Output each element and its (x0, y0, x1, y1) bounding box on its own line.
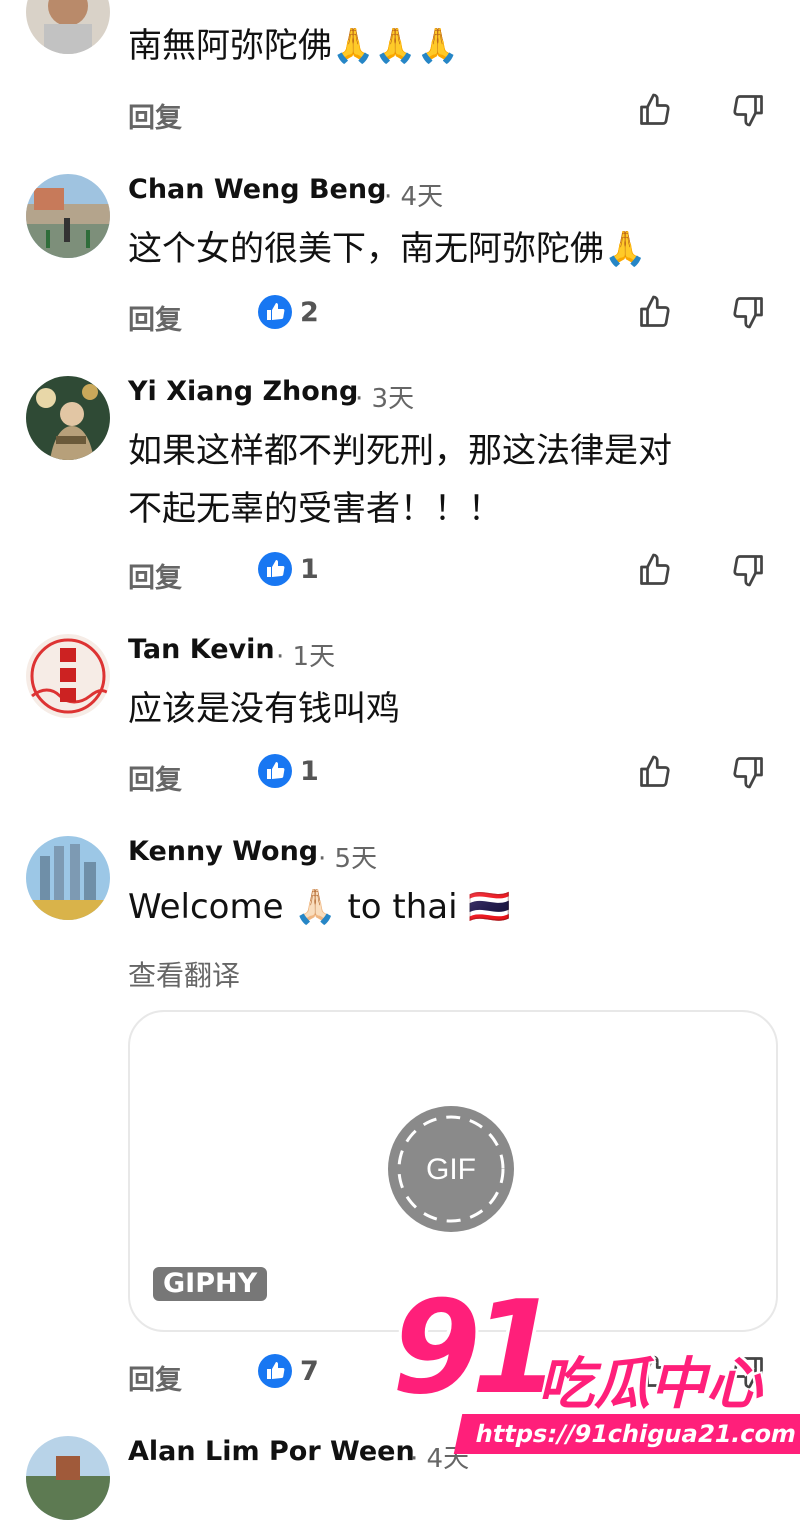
like-count: 1 (300, 756, 319, 787)
like-icon[interactable] (637, 294, 673, 330)
avatar[interactable] (26, 174, 110, 258)
commenter-name[interactable]: Kenny Wong (128, 836, 318, 867)
like-count: 1 (300, 554, 319, 585)
svg-text:GIF: GIF (426, 1153, 476, 1186)
like-badge-icon (258, 552, 292, 586)
reply-button[interactable]: 回复 (128, 298, 182, 337)
reply-button[interactable]: 回复 (128, 96, 182, 135)
avatar[interactable] (26, 836, 110, 920)
like-badge-icon (258, 1354, 292, 1388)
dislike-icon[interactable] (730, 92, 766, 128)
commenter-name[interactable]: Tan Kevin (128, 634, 275, 665)
watermark-number: 91 (392, 1274, 560, 1423)
comment-text: 应该是没有钱叫鸡 (128, 689, 400, 729)
like-count: 7 (300, 1356, 319, 1387)
avatar[interactable] (26, 0, 110, 54)
comment-text: 不起无辜的受害者！！！ (128, 489, 502, 529)
reply-button[interactable]: 回复 (128, 1358, 182, 1397)
commenter-name[interactable]: Alan Lim Por Ween (128, 1436, 415, 1467)
dislike-icon[interactable] (730, 294, 766, 330)
dislike-icon[interactable] (730, 754, 766, 790)
watermark-url: https://91chigua21.com (453, 1414, 800, 1454)
like-icon[interactable] (637, 552, 673, 588)
comment-time: · 5天 (318, 844, 378, 874)
reply-button[interactable]: 回复 (128, 758, 182, 797)
avatar[interactable] (26, 1436, 110, 1520)
like-badge-icon (258, 754, 292, 788)
gif-play-icon[interactable]: GIF (386, 1104, 516, 1234)
avatar[interactable] (26, 634, 110, 718)
dislike-icon[interactable] (730, 552, 766, 588)
like-icon[interactable] (637, 754, 673, 790)
translate-link[interactable]: 查看翻译 (128, 954, 240, 994)
comment-text: 如果这样都不判死刑，那这法律是对 (128, 431, 672, 471)
comment-time: · 1天 (276, 642, 336, 672)
like-badge-icon (258, 295, 292, 329)
avatar[interactable] (26, 376, 110, 460)
commenter-name[interactable]: Yi Xiang Zhong (128, 376, 358, 407)
like-count: 2 (300, 297, 319, 328)
watermark-brand: 吃瓜中心 (538, 1352, 762, 1417)
reply-button[interactable]: 回复 (128, 556, 182, 595)
giphy-label: GIPHY (153, 1267, 268, 1301)
like-icon[interactable] (637, 92, 673, 128)
comment-time: · 4天 (384, 182, 444, 212)
commenter-name[interactable]: Chan Weng Beng (128, 174, 386, 205)
comment-text: Welcome 🙏🏻 to thai 🇹🇭 (128, 887, 511, 927)
comment-text: 南無阿弥陀佛🙏🙏🙏 (128, 26, 460, 66)
comment-text: 这个女的很美下，南无阿弥陀佛🙏 (128, 229, 647, 269)
comment-time: · 3天 (355, 384, 415, 414)
